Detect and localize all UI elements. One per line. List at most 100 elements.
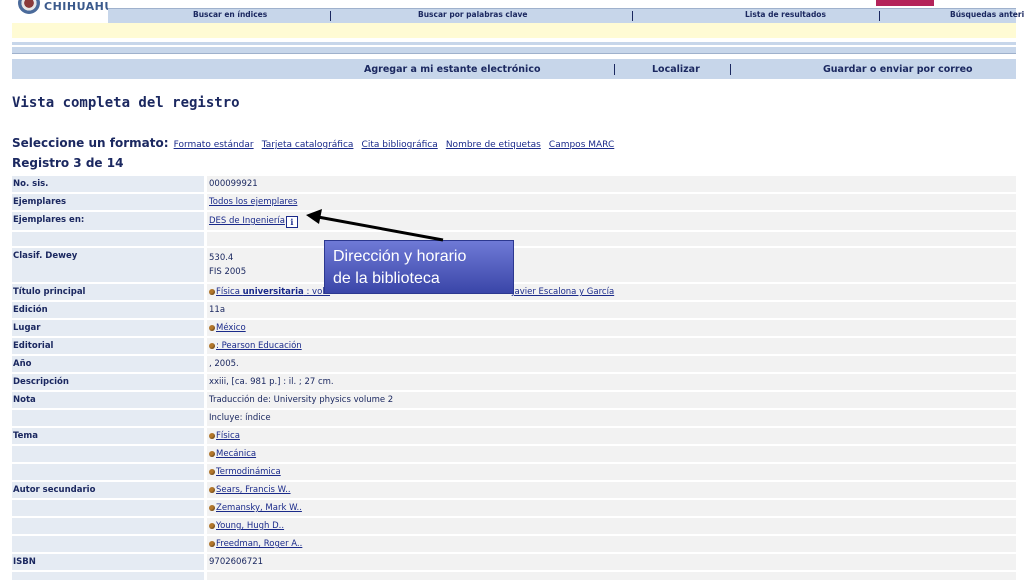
all-items-link[interactable]: Todos los ejemplares	[209, 197, 297, 207]
field-value: Termodinámica	[207, 464, 1016, 480]
bullet-icon	[209, 342, 215, 349]
field-label: Editorial	[12, 338, 204, 354]
table-row: Autor secundario Sears, Francis W..	[12, 482, 1016, 498]
table-row: Descripción xxiii, [ca. 981 p.] : il. ; …	[12, 374, 1016, 390]
bullet-icon	[209, 432, 215, 439]
table-row	[12, 232, 1016, 246]
info-icon[interactable]: i	[285, 216, 298, 228]
field-value: 9702606721	[207, 554, 1016, 570]
publisher-link[interactable]: : Pearson Educación	[216, 341, 302, 351]
nav-previous-searches[interactable]: Búsquedas anteri	[950, 10, 1024, 19]
nav-keyword-search[interactable]: Buscar por palabras clave	[418, 10, 528, 19]
seal-icon	[18, 0, 40, 14]
table-row: Mecánica	[12, 446, 1016, 462]
field-value: xxiii, [ca. 981 p.] : il. ; 27 cm.	[207, 374, 1016, 390]
subject-link[interactable]: Termodinámica	[216, 467, 281, 477]
locate-button[interactable]: Localizar	[652, 64, 700, 75]
translator-link[interactable]: Javier Escalona y García	[512, 287, 614, 297]
bullet-icon	[209, 522, 215, 529]
field-value: Todos los ejemplares	[207, 194, 1016, 210]
field-label	[12, 410, 204, 426]
bullet-icon	[209, 288, 215, 295]
field-label	[12, 518, 204, 534]
bullet-icon	[209, 540, 215, 547]
accent-bar	[876, 0, 934, 6]
field-label: Descripción	[12, 374, 204, 390]
field-value: : Pearson Educación	[207, 338, 1016, 354]
field-label: Ejemplares en:	[12, 212, 204, 230]
table-row: Freedman, Roger A..	[12, 536, 1016, 552]
add-to-shelf-button[interactable]: Agregar a mi estante electrónico	[364, 64, 540, 75]
page-title: Vista completa del registro	[12, 95, 240, 111]
table-row: Tema Física	[12, 428, 1016, 444]
field-label	[12, 572, 204, 580]
field-value: Física	[207, 428, 1016, 444]
table-row: Zemansky, Mark W..	[12, 500, 1016, 516]
field-value: DES de Ingeniería i	[207, 212, 1016, 230]
callout-line: Dirección y horario	[333, 248, 467, 265]
author-link[interactable]: Zemansky, Mark W..	[216, 503, 302, 513]
record-counter: Registro 3 de 14	[12, 156, 124, 170]
table-row: Editorial : Pearson Educación	[12, 338, 1016, 354]
table-row: Título principal Física universitaria : …	[12, 284, 1016, 300]
format-standard-link[interactable]: Formato estándar	[174, 140, 254, 150]
author-link[interactable]: Sears, Francis W..	[216, 485, 291, 495]
author-link[interactable]: Young, Hugh D..	[216, 521, 284, 531]
format-selector: Seleccione un formato: Formato estándar …	[12, 132, 617, 151]
field-label: Año	[12, 356, 204, 372]
field-value: Young, Hugh D..	[207, 518, 1016, 534]
library-link[interactable]: DES de Ingeniería	[209, 216, 285, 226]
table-row: Nota Traducción de: University physics v…	[12, 392, 1016, 408]
action-separator	[730, 64, 731, 75]
table-row: Incluye: índice	[12, 410, 1016, 426]
author-link[interactable]: Freedman, Roger A..	[216, 539, 302, 549]
top-nav: Buscar en índices Buscar por palabras cl…	[108, 8, 1024, 24]
action-separator	[614, 64, 615, 75]
table-row	[12, 572, 1016, 580]
field-value: Zemansky, Mark W..	[207, 500, 1016, 516]
nav-result-list[interactable]: Lista de resultados	[745, 10, 826, 19]
field-label: Nota	[12, 392, 204, 408]
field-value: , 2005.	[207, 356, 1016, 372]
table-row: Edición 11a	[12, 302, 1016, 318]
save-email-button[interactable]: Guardar o enviar por correo	[823, 64, 973, 75]
format-card-link[interactable]: Tarjeta catalográfica	[262, 140, 354, 150]
table-row: Clasif. Dewey 530.4 FIS 2005	[12, 248, 1016, 282]
field-label: Lugar	[12, 320, 204, 336]
subject-link[interactable]: Física	[216, 431, 240, 441]
field-label: ISBN	[12, 554, 204, 570]
format-marc-link[interactable]: Campos MARC	[549, 140, 614, 150]
format-citation-link[interactable]: Cita bibliográfica	[362, 140, 438, 150]
table-row: Young, Hugh D..	[12, 518, 1016, 534]
callout-line: de la biblioteca	[333, 270, 440, 287]
table-row: Ejemplares Todos los ejemplares	[12, 194, 1016, 210]
table-row: Termodinámica	[12, 464, 1016, 480]
divider	[12, 47, 1016, 54]
title-link[interactable]: Física universitaria : volu	[216, 287, 330, 297]
dewey-number: 530.4	[209, 253, 234, 263]
format-label: Seleccione un formato:	[12, 136, 169, 150]
field-value: Freedman, Roger A..	[207, 536, 1016, 552]
format-tags-link[interactable]: Nombre de etiquetas	[446, 140, 541, 150]
divider	[12, 42, 1016, 45]
nav-separator	[879, 11, 880, 21]
annotation-callout: Dirección y horario de la biblioteca	[324, 240, 514, 294]
field-label: Título principal	[12, 284, 204, 300]
table-row: No. sis. 000099921	[12, 176, 1016, 192]
logo[interactable]: CHIHUAHUA	[14, 0, 108, 22]
field-value: Mecánica	[207, 446, 1016, 462]
logo-text: CHIHUAHUA	[44, 0, 108, 13]
place-link[interactable]: México	[216, 323, 246, 333]
message-bar	[12, 23, 1016, 38]
table-row: ISBN 9702606721	[12, 554, 1016, 570]
subject-link[interactable]: Mecánica	[216, 449, 256, 459]
field-label: Ejemplares	[12, 194, 204, 210]
table-row: Lugar México	[12, 320, 1016, 336]
bullet-icon	[209, 450, 215, 457]
nav-separator	[330, 11, 331, 21]
field-label: Autor secundario	[12, 482, 204, 498]
nav-browse[interactable]: Buscar en índices	[193, 10, 267, 19]
field-label	[12, 500, 204, 516]
field-value	[207, 572, 1016, 580]
table-row: Año , 2005.	[12, 356, 1016, 372]
